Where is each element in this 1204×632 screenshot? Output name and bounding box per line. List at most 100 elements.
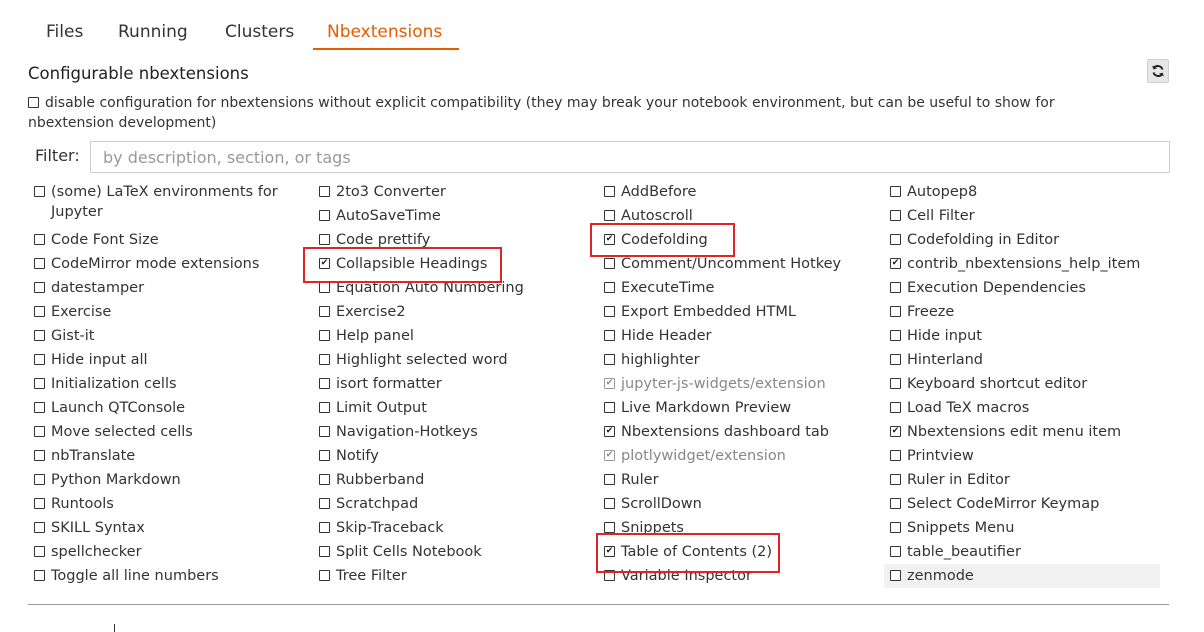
extension-item-tree-filter[interactable]: Tree Filter — [313, 564, 589, 588]
extension-checkbox[interactable] — [890, 186, 901, 197]
extension-item-keyboard-shortcut-editor[interactable]: Keyboard shortcut editor — [884, 372, 1160, 396]
extension-item-comment-uncomment-hotkey[interactable]: Comment/Uncomment Hotkey — [598, 252, 874, 276]
extension-item-move-selected-cells[interactable]: Move selected cells — [28, 420, 304, 444]
extension-item-freeze[interactable]: Freeze — [884, 300, 1160, 324]
extension-item-autosavetime[interactable]: AutoSaveTime — [313, 204, 589, 228]
extension-item-code-font-size[interactable]: Code Font Size — [28, 228, 304, 252]
extension-checkbox[interactable] — [890, 282, 901, 293]
extension-checkbox[interactable] — [604, 450, 615, 461]
extension-item-equation-auto-numbering[interactable]: Equation Auto Numbering — [313, 276, 589, 300]
extension-checkbox[interactable] — [34, 450, 45, 461]
extension-checkbox[interactable] — [604, 474, 615, 485]
extension-checkbox[interactable] — [319, 426, 330, 437]
extension-checkbox[interactable] — [319, 546, 330, 557]
extension-checkbox[interactable] — [34, 522, 45, 533]
extension-item-codemirror-mode-extensions[interactable]: CodeMirror mode extensions — [28, 252, 304, 276]
extension-item-plotlywidget-extension[interactable]: plotlywidget/extension — [598, 444, 874, 468]
extension-item-help-panel[interactable]: Help panel — [313, 324, 589, 348]
extension-checkbox[interactable] — [604, 306, 615, 317]
extension-item-highlight-selected-word[interactable]: Highlight selected word — [313, 348, 589, 372]
extension-checkbox[interactable] — [604, 498, 615, 509]
extension-item-some-latex-environments-for-jupyter[interactable]: (some) LaTeX environments for Jupyter — [28, 180, 304, 228]
extension-item-table-beautifier[interactable]: table_beautifier — [884, 540, 1160, 564]
extension-item-rubberband[interactable]: Rubberband — [313, 468, 589, 492]
extension-item-split-cells-notebook[interactable]: Split Cells Notebook — [313, 540, 589, 564]
extension-item-initialization-cells[interactable]: Initialization cells — [28, 372, 304, 396]
extension-item-contrib-nbextensions-help-item[interactable]: contrib_nbextensions_help_item — [884, 252, 1160, 276]
extension-checkbox[interactable] — [604, 426, 615, 437]
extension-checkbox[interactable] — [319, 234, 330, 245]
extension-checkbox[interactable] — [319, 306, 330, 317]
extension-checkbox[interactable] — [604, 282, 615, 293]
extension-item-exercise2[interactable]: Exercise2 — [313, 300, 589, 324]
extension-checkbox[interactable] — [890, 570, 901, 581]
extension-checkbox[interactable] — [604, 522, 615, 533]
extension-item-limit-output[interactable]: Limit Output — [313, 396, 589, 420]
extension-checkbox[interactable] — [34, 426, 45, 437]
extension-checkbox[interactable] — [319, 210, 330, 221]
extension-item-isort-formatter[interactable]: isort formatter — [313, 372, 589, 396]
extension-item-runtools[interactable]: Runtools — [28, 492, 304, 516]
tab-clusters[interactable]: Clusters — [211, 14, 308, 50]
extension-item-launch-qtconsole[interactable]: Launch QTConsole — [28, 396, 304, 420]
extension-item-autoscroll[interactable]: Autoscroll — [598, 204, 874, 228]
extension-checkbox[interactable] — [604, 354, 615, 365]
extension-item-python-markdown[interactable]: Python Markdown — [28, 468, 304, 492]
extension-checkbox[interactable] — [34, 234, 45, 245]
extension-checkbox[interactable] — [890, 378, 901, 389]
extension-checkbox[interactable] — [319, 450, 330, 461]
extension-checkbox[interactable] — [890, 258, 901, 269]
extension-checkbox[interactable] — [890, 522, 901, 533]
extension-item-executetime[interactable]: ExecuteTime — [598, 276, 874, 300]
extension-item-scratchpad[interactable]: Scratchpad — [313, 492, 589, 516]
extension-checkbox[interactable] — [604, 402, 615, 413]
extension-checkbox[interactable] — [319, 330, 330, 341]
extension-item-export-embedded-html[interactable]: Export Embedded HTML — [598, 300, 874, 324]
extension-checkbox[interactable] — [890, 330, 901, 341]
extension-item-nbextensions-edit-menu-item[interactable]: Nbextensions edit menu item — [884, 420, 1160, 444]
filter-input[interactable] — [90, 141, 1170, 173]
extension-checkbox[interactable] — [890, 546, 901, 557]
extension-checkbox[interactable] — [34, 570, 45, 581]
extension-checkbox[interactable] — [34, 186, 45, 197]
extension-checkbox[interactable] — [890, 234, 901, 245]
extension-checkbox[interactable] — [604, 210, 615, 221]
extension-item-scrolldown[interactable]: ScrollDown — [598, 492, 874, 516]
extension-item-nbextensions-dashboard-tab[interactable]: Nbextensions dashboard tab — [598, 420, 874, 444]
extension-checkbox[interactable] — [34, 306, 45, 317]
extension-item-spellchecker[interactable]: spellchecker — [28, 540, 304, 564]
extension-checkbox[interactable] — [890, 474, 901, 485]
extension-checkbox[interactable] — [604, 234, 615, 245]
extension-checkbox[interactable] — [604, 186, 615, 197]
extension-checkbox[interactable] — [319, 282, 330, 293]
extension-checkbox[interactable] — [34, 498, 45, 509]
extension-checkbox[interactable] — [34, 258, 45, 269]
tab-running[interactable]: Running — [104, 14, 202, 50]
extension-item-addbefore[interactable]: AddBefore — [598, 180, 874, 204]
extension-item-hinterland[interactable]: Hinterland — [884, 348, 1160, 372]
extension-item-datestamper[interactable]: datestamper — [28, 276, 304, 300]
extension-checkbox[interactable] — [34, 354, 45, 365]
extension-checkbox[interactable] — [319, 354, 330, 365]
extension-checkbox[interactable] — [319, 378, 330, 389]
extension-item-ruler-in-editor[interactable]: Ruler in Editor — [884, 468, 1160, 492]
refresh-button[interactable] — [1147, 59, 1169, 83]
extension-checkbox[interactable] — [604, 330, 615, 341]
extension-item-variable-inspector[interactable]: Variable Inspector — [598, 564, 874, 588]
extension-item-hide-input[interactable]: Hide input — [884, 324, 1160, 348]
extension-checkbox[interactable] — [34, 378, 45, 389]
extension-item-jupyter-js-widgets-extension[interactable]: jupyter-js-widgets/extension — [598, 372, 874, 396]
extension-item-select-codemirror-keymap[interactable]: Select CodeMirror Keymap — [884, 492, 1160, 516]
extension-checkbox[interactable] — [34, 474, 45, 485]
extension-item-skip-traceback[interactable]: Skip-Traceback — [313, 516, 589, 540]
extension-checkbox[interactable] — [890, 426, 901, 437]
extension-item-codefolding-in-editor[interactable]: Codefolding in Editor — [884, 228, 1160, 252]
extension-checkbox[interactable] — [890, 402, 901, 413]
extension-checkbox[interactable] — [319, 498, 330, 509]
extension-item-autopep8[interactable]: Autopep8 — [884, 180, 1160, 204]
extension-item-notify[interactable]: Notify — [313, 444, 589, 468]
extension-checkbox[interactable] — [890, 306, 901, 317]
extension-item-gist-it[interactable]: Gist-it — [28, 324, 304, 348]
extension-checkbox[interactable] — [34, 282, 45, 293]
compatibility-checkbox[interactable] — [28, 97, 39, 108]
